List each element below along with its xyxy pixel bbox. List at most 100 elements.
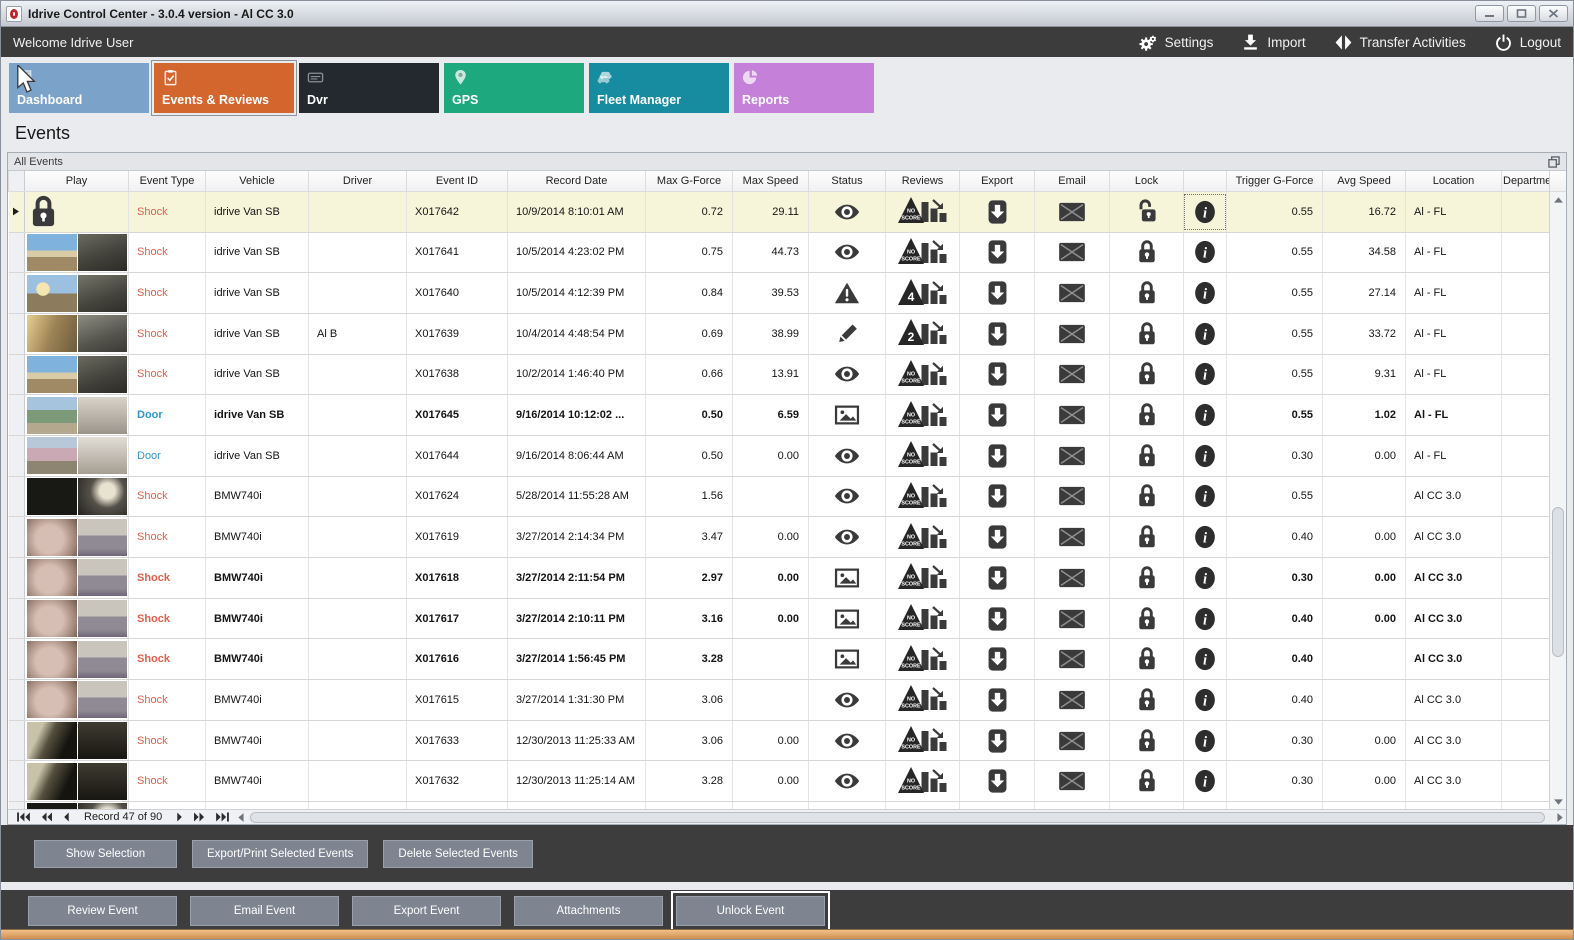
table-row[interactable] bbox=[8, 801, 1550, 809]
reviews-cell[interactable]: NO SCORE bbox=[885, 598, 960, 640]
event-thumbnail[interactable] bbox=[27, 355, 127, 393]
nav-prev-button[interactable] bbox=[62, 812, 70, 822]
export-event-button[interactable]: Export Event bbox=[352, 896, 501, 926]
export-cell[interactable] bbox=[959, 313, 1035, 355]
email-cell[interactable] bbox=[1034, 354, 1110, 396]
hscroll-right-arrow[interactable] bbox=[1557, 813, 1563, 822]
info-cell[interactable] bbox=[1183, 394, 1227, 436]
export-print-selected-events-button[interactable]: Export/Print Selected Events bbox=[192, 839, 369, 868]
reviews-cell[interactable]: 2 bbox=[885, 313, 960, 355]
attachments-button[interactable]: Attachments bbox=[514, 896, 663, 926]
event-thumbnail[interactable] bbox=[27, 437, 127, 475]
play-cell[interactable] bbox=[24, 394, 129, 436]
info-cell[interactable] bbox=[1183, 598, 1227, 640]
lock-cell[interactable] bbox=[1109, 720, 1184, 762]
export-cell[interactable] bbox=[959, 191, 1035, 233]
column-header-avg-speed[interactable]: Avg Speed bbox=[1322, 171, 1406, 192]
column-header-max-g-force[interactable]: Max G-Force bbox=[645, 171, 733, 192]
play-cell[interactable] bbox=[24, 801, 129, 809]
vscroll-thumb[interactable] bbox=[1552, 507, 1564, 657]
lock-cell[interactable] bbox=[1109, 557, 1184, 599]
email-cell[interactable] bbox=[1034, 516, 1110, 558]
reviews-cell[interactable]: NO SCORE bbox=[885, 516, 960, 558]
info-cell[interactable] bbox=[1183, 354, 1227, 396]
unlock-event-button[interactable]: Unlock Event bbox=[671, 891, 830, 931]
scroll-up-arrow[interactable] bbox=[1550, 192, 1566, 207]
lock-cell[interactable] bbox=[1109, 313, 1184, 355]
export-cell[interactable] bbox=[959, 679, 1035, 721]
vscroll-track[interactable] bbox=[1550, 207, 1566, 794]
column-header-trigger-g-force[interactable]: Trigger G-Force bbox=[1226, 171, 1323, 192]
column-header-record-date[interactable]: Record Date bbox=[507, 171, 646, 192]
reviews-cell[interactable]: NO SCORE bbox=[885, 720, 960, 762]
table-row[interactable]: Shock BMW740i X017624 5/28/2014 11:55:28… bbox=[8, 476, 1550, 518]
status-cell[interactable] bbox=[808, 272, 886, 314]
tab-gps[interactable]: GPS bbox=[444, 63, 584, 113]
play-cell[interactable] bbox=[24, 232, 129, 274]
info-cell[interactable] bbox=[1183, 516, 1227, 558]
lock-cell[interactable] bbox=[1109, 354, 1184, 396]
tab-dashboard[interactable]: Dashboard bbox=[9, 63, 149, 113]
play-cell[interactable] bbox=[24, 557, 129, 599]
column-header-email[interactable]: Email bbox=[1034, 171, 1110, 192]
export-cell[interactable] bbox=[959, 272, 1035, 314]
email-cell[interactable] bbox=[1034, 679, 1110, 721]
event-thumbnail[interactable] bbox=[27, 315, 127, 353]
table-row[interactable]: Shock idrive Van SB Al B X017639 10/4/20… bbox=[8, 313, 1550, 355]
play-cell[interactable] bbox=[24, 720, 129, 762]
event-thumbnail[interactable] bbox=[27, 600, 127, 638]
export-cell[interactable] bbox=[959, 638, 1035, 681]
reviews-cell[interactable]: NO SCORE bbox=[885, 557, 960, 599]
status-cell[interactable] bbox=[808, 313, 886, 355]
export-cell[interactable] bbox=[959, 394, 1035, 436]
column-header-lock[interactable]: Lock bbox=[1109, 171, 1184, 192]
table-row[interactable]: Shock BMW740i X017617 3/27/2014 2:10:11 … bbox=[8, 598, 1550, 640]
reviews-cell[interactable]: NO SCORE bbox=[885, 760, 960, 803]
info-cell[interactable] bbox=[1183, 435, 1227, 477]
maximize-button[interactable] bbox=[1507, 5, 1536, 22]
play-cell[interactable] bbox=[24, 760, 129, 803]
email-cell[interactable] bbox=[1034, 394, 1110, 436]
table-row[interactable]: Shock idrive Van SB X017642 10/9/2014 8:… bbox=[8, 191, 1550, 233]
status-cell[interactable] bbox=[808, 679, 886, 721]
table-row[interactable]: Shock idrive Van SB X017641 10/5/2014 4:… bbox=[8, 232, 1550, 274]
column-header-export[interactable]: Export bbox=[959, 171, 1035, 192]
lock-cell[interactable] bbox=[1109, 679, 1184, 721]
email-cell[interactable] bbox=[1034, 801, 1110, 809]
reviews-cell[interactable]: NO SCORE bbox=[885, 679, 960, 721]
status-cell[interactable] bbox=[808, 598, 886, 640]
status-cell[interactable] bbox=[808, 191, 886, 233]
toolbar-transfer-activities-button[interactable]: Transfer Activities bbox=[1334, 33, 1466, 52]
info-cell[interactable] bbox=[1183, 476, 1227, 518]
table-row[interactable]: Shock BMW740i X017633 12/30/2013 11:25:3… bbox=[8, 720, 1550, 762]
table-row[interactable]: Shock BMW740i X017615 3/27/2014 1:31:30 … bbox=[8, 679, 1550, 721]
column-header-status[interactable]: Status bbox=[808, 171, 886, 192]
email-cell[interactable] bbox=[1034, 232, 1110, 274]
play-cell[interactable] bbox=[24, 598, 129, 640]
status-cell[interactable] bbox=[808, 760, 886, 803]
play-cell[interactable] bbox=[24, 679, 129, 721]
email-cell[interactable] bbox=[1034, 476, 1110, 518]
reviews-cell[interactable]: NO SCORE bbox=[885, 232, 960, 274]
event-thumbnail[interactable] bbox=[27, 722, 127, 760]
export-cell[interactable] bbox=[959, 598, 1035, 640]
export-cell[interactable] bbox=[959, 354, 1035, 396]
export-cell[interactable] bbox=[959, 232, 1035, 274]
table-row[interactable]: Door idrive Van SB X017645 9/16/2014 10:… bbox=[8, 394, 1550, 436]
event-thumbnail[interactable] bbox=[27, 762, 127, 800]
lock-cell[interactable] bbox=[1109, 516, 1184, 558]
hscroll-track[interactable] bbox=[248, 811, 1553, 823]
event-thumbnail[interactable] bbox=[27, 803, 127, 809]
table-row[interactable]: Shock BMW740i X017619 3/27/2014 2:14:34 … bbox=[8, 516, 1550, 558]
email-event-button[interactable]: Email Event bbox=[190, 896, 339, 926]
play-cell[interactable] bbox=[24, 476, 129, 518]
status-cell[interactable] bbox=[808, 720, 886, 762]
export-cell[interactable] bbox=[959, 476, 1035, 518]
event-thumbnail[interactable] bbox=[27, 233, 127, 271]
nav-next-page-button[interactable] bbox=[193, 812, 206, 822]
lock-cell[interactable] bbox=[1109, 191, 1184, 233]
table-row[interactable]: Shock BMW740i X017618 3/27/2014 2:11:54 … bbox=[8, 557, 1550, 599]
lock-cell[interactable] bbox=[1109, 435, 1184, 477]
info-cell[interactable] bbox=[1183, 191, 1227, 233]
info-cell[interactable] bbox=[1183, 272, 1227, 314]
